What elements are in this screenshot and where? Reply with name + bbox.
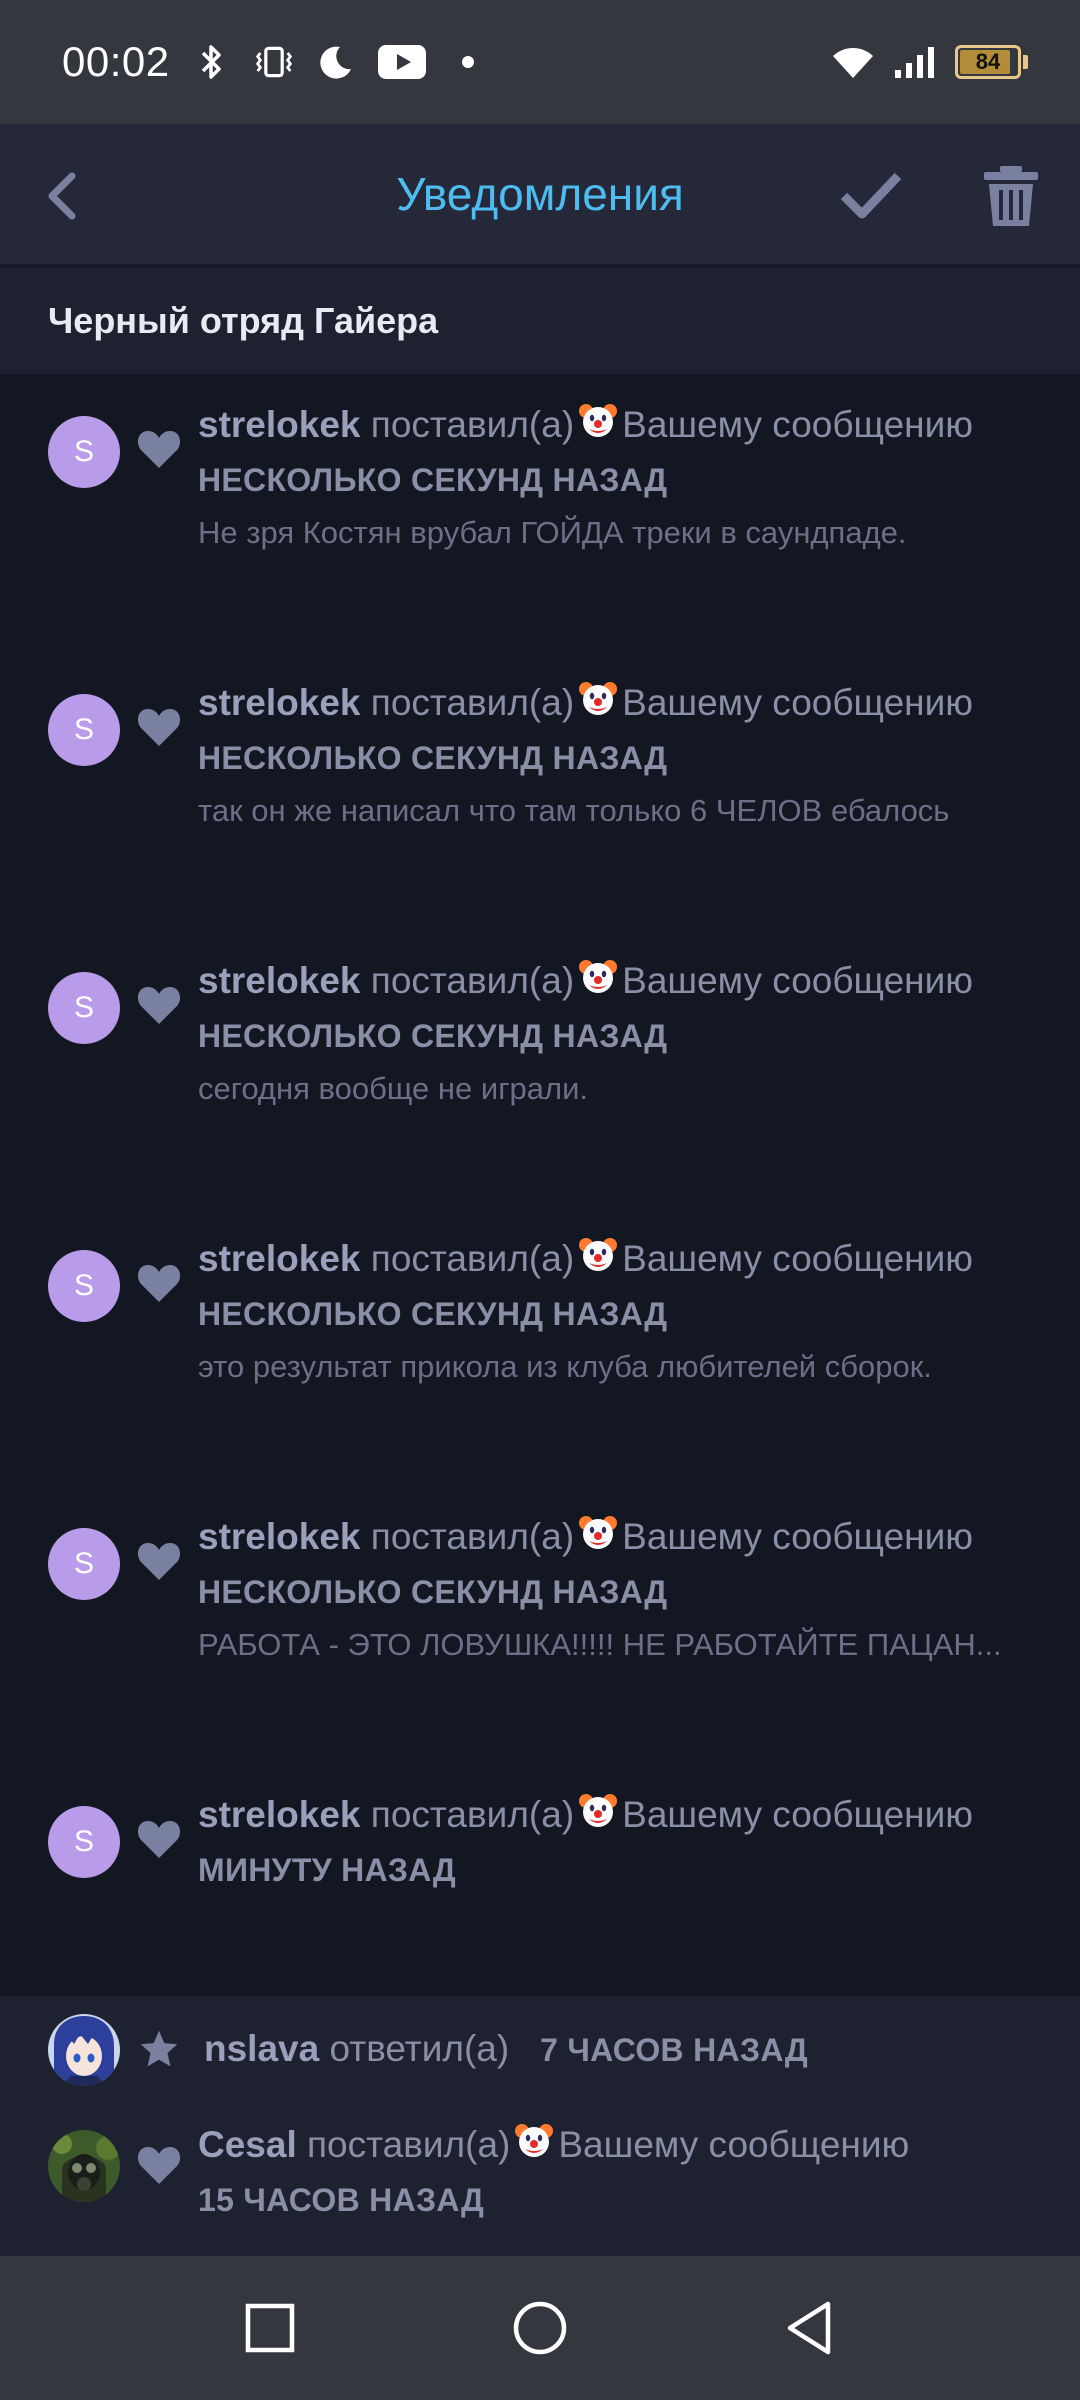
notification-text: strelokek поставил(а) Вашему сообщению: [198, 952, 1040, 1010]
avatar[interactable]: S: [48, 1528, 120, 1600]
heart-icon: [136, 1262, 182, 1304]
username[interactable]: nslava: [204, 2028, 319, 2069]
notification-item[interactable]: S strelokek поставил(а) Вашему сообщению …: [0, 952, 1080, 1222]
notification-item[interactable]: Cesal поставил(а) Вашему сообщению 15 ЧАС…: [0, 2116, 1080, 2256]
notification-time: НЕСКОЛЬКО СЕКУНД НАЗАД: [198, 1018, 668, 1054]
message-preview: это результат прикола из клуба любителей…: [198, 1349, 932, 1384]
clown-emoji-icon: [578, 1513, 618, 1553]
mark-all-read-check-icon[interactable]: [838, 164, 904, 226]
star-icon: [136, 2028, 182, 2070]
notification-text: Cesal поставил(а) Вашему сообщению: [198, 2116, 1040, 2174]
notification-text: strelokek поставил(а) Вашему сообщению: [198, 1508, 1040, 1566]
clown-emoji-icon: [578, 401, 618, 441]
username[interactable]: strelokek: [198, 1794, 361, 1835]
avatar[interactable]: S: [48, 416, 120, 488]
notification-text: strelokek поставил(а) Вашему сообщению: [198, 1230, 1040, 1288]
battery-percentage: 84: [975, 49, 1001, 74]
bluetooth-icon: [192, 42, 232, 82]
notification-item[interactable]: S strelokek поставил(а) Вашему сообщению …: [0, 396, 1080, 666]
home-circle-icon[interactable]: [508, 2296, 572, 2360]
message-preview: РАБОТА - ЭТО ЛОВУШКА!!!!! НЕ РАБОТАЙТЕ П…: [198, 1627, 1002, 1662]
clown-emoji-icon: [578, 957, 618, 997]
signal-icon: [893, 42, 937, 82]
avatar[interactable]: S: [48, 972, 120, 1044]
notification-item[interactable]: S strelokek поставил(а) Вашему сообщению …: [0, 1786, 1080, 1986]
page-title: Уведомления: [396, 168, 684, 220]
heart-icon: [136, 428, 182, 470]
notification-text: strelokek поставил(а) Вашему сообщению: [198, 396, 1040, 454]
notification-item[interactable]: S strelokek поставил(а) Вашему сообщению …: [0, 1508, 1080, 1778]
back-arrow-icon[interactable]: [38, 168, 90, 224]
avatar[interactable]: S: [48, 1806, 120, 1878]
notification-time: 15 ЧАСОВ НАЗАД: [198, 2182, 485, 2218]
notification-item[interactable]: nslava ответил(а) 7 ЧАСОВ НАЗАД: [0, 1996, 1080, 2116]
notification-time: НЕСКОЛЬКО СЕКУНД НАЗАД: [198, 462, 668, 498]
system-nav-bar: [0, 2256, 1080, 2400]
message-preview: Не зря Костян врубал ГОЙДА треки в саунд…: [198, 515, 907, 550]
notification-item[interactable]: S strelokek поставил(а) Вашему сообщению …: [0, 1230, 1080, 1500]
notification-item[interactable]: S strelokek поставил(а) Вашему сообщению …: [0, 674, 1080, 944]
older-notification-list: nslava ответил(а) 7 ЧАСОВ НАЗАД Cesal по…: [0, 1996, 1080, 2256]
status-time: 00:02: [62, 38, 170, 85]
trash-icon[interactable]: [980, 164, 1042, 228]
notification-time: 7 ЧАСОВ НАЗАД: [540, 2032, 809, 2068]
message-preview: сегодня вообще не играли.: [198, 1071, 588, 1106]
notification-text: nslava ответил(а) 7 ЧАСОВ НАЗАД: [204, 2028, 809, 2069]
notification-text: strelokek поставил(а) Вашему сообщению: [198, 1786, 1040, 1844]
heart-icon: [136, 984, 182, 1026]
youtube-icon: [377, 42, 426, 82]
notification-time: НЕСКОЛЬКО СЕКУНД НАЗАД: [198, 1296, 668, 1332]
message-preview: так он же написал что там только 6 ЧЕЛОВ…: [198, 793, 950, 828]
dot-icon: [448, 42, 488, 82]
clown-emoji-icon: [578, 1791, 618, 1831]
username[interactable]: Cesal: [198, 2124, 297, 2165]
avatar[interactable]: [48, 2130, 120, 2202]
notification-text: strelokek поставил(а) Вашему сообщению: [198, 674, 1040, 732]
group-header: Черный отряд Гайера: [0, 268, 1080, 374]
username[interactable]: strelokek: [198, 960, 361, 1001]
wifi-icon: [831, 42, 875, 82]
username[interactable]: strelokek: [198, 1516, 361, 1557]
username[interactable]: strelokek: [198, 1238, 361, 1279]
vibrate-icon: [254, 42, 294, 82]
status-bar: 00:02 84: [0, 0, 1080, 124]
moon-icon: [316, 42, 356, 82]
avatar[interactable]: S: [48, 1250, 120, 1322]
heart-icon: [136, 706, 182, 748]
back-triangle-icon[interactable]: [778, 2296, 842, 2360]
clown-emoji-icon: [578, 679, 618, 719]
clown-emoji-icon: [578, 1235, 618, 1275]
clown-emoji-icon: [514, 2121, 554, 2161]
avatar[interactable]: [48, 2014, 120, 2086]
heart-icon: [136, 2144, 182, 2186]
recents-square-icon[interactable]: [238, 2296, 302, 2360]
heart-icon: [136, 1540, 182, 1582]
notification-time: НЕСКОЛЬКО СЕКУНД НАЗАД: [198, 740, 668, 776]
username[interactable]: strelokek: [198, 682, 361, 723]
avatar[interactable]: S: [48, 694, 120, 766]
notification-list: S strelokek поставил(а) Вашему сообщению …: [0, 374, 1080, 1996]
heart-icon: [136, 1818, 182, 1860]
username[interactable]: strelokek: [198, 404, 361, 445]
notification-time: НЕСКОЛЬКО СЕКУНД НАЗАД: [198, 1574, 668, 1610]
battery-icon: 84: [955, 45, 1028, 79]
notification-time: МИНУТУ НАЗАД: [198, 1852, 456, 1888]
app-bar: Уведомления: [0, 124, 1080, 266]
